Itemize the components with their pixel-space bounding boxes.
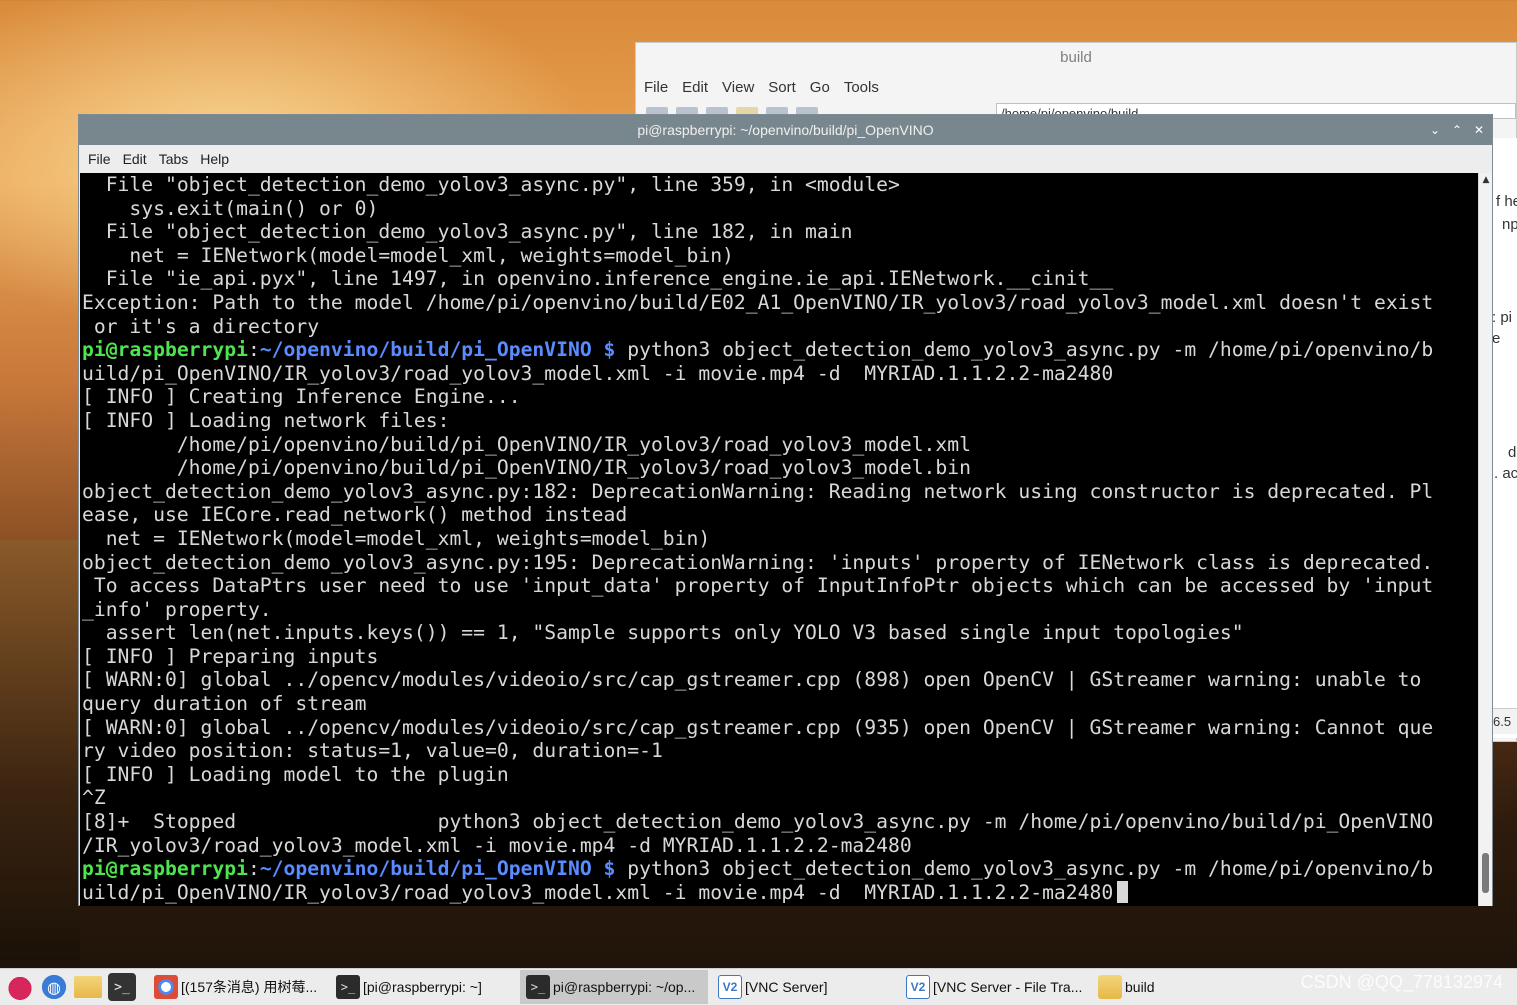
- task-label: pi@raspberrypi: ~/op...: [553, 979, 696, 995]
- folder-icon: [1098, 975, 1122, 999]
- text-cursor: [1117, 880, 1129, 903]
- terminal-line: _info' property.: [82, 597, 272, 621]
- terminal-line: File "ie_api.pyx", line 1497, in openvin…: [82, 267, 1114, 291]
- command-text: python3 object_detection_demo_yolov3_asy…: [615, 338, 1434, 362]
- task-build-folder[interactable]: build: [1092, 970, 1212, 1004]
- fm-menu-file[interactable]: File: [644, 79, 668, 96]
- prompt-path: ~/openvino/build/pi_OpenVINO $: [259, 857, 616, 881]
- terminal-line: /home/pi/openvino/build/pi_OpenVINO/IR_y…: [82, 456, 971, 480]
- content-fragment: : pi: [1492, 309, 1513, 326]
- file-manager-content: f he np : pi e d . ac: [1491, 138, 1517, 738]
- terminal-line: object_detection_demo_yolov3_async.py:19…: [82, 550, 1434, 574]
- terminal-line: uild/pi_OpenVINO/IR_yolov3/road_yolov3_m…: [82, 361, 1114, 385]
- terminal-line: Exception: Path to the model /home/pi/op…: [82, 290, 1434, 314]
- terminal-line: /IR_yolov3/road_yolov3_model.xml -i movi…: [82, 833, 912, 857]
- terminal-line: assert len(net.inputs.keys()) == 1, "Sam…: [82, 621, 1244, 645]
- terminal-line: /home/pi/openvino/build/pi_OpenVINO/IR_y…: [82, 432, 971, 456]
- command-text: python3 object_detection_demo_yolov3_asy…: [615, 857, 1434, 881]
- terminal-icon: >_: [526, 975, 550, 999]
- task-label: [pi@raspberrypi: ~]: [363, 979, 482, 995]
- task-browser[interactable]: [(157条消息) 用树莓...: [148, 970, 326, 1004]
- content-fragment: . ac: [1494, 465, 1517, 482]
- terminal-line: File "object_detection_demo_yolov3_async…: [82, 173, 900, 196]
- terminal-line: [ WARN:0] global ../opencv/modules/video…: [82, 715, 1434, 739]
- terminal-line: ry video position: status=1, value=0, du…: [82, 739, 663, 763]
- terminal-title: pi@raspberrypi: ~/openvino/build/pi_Open…: [637, 122, 934, 138]
- menu-file[interactable]: File: [88, 151, 111, 167]
- task-label: build: [1125, 979, 1155, 995]
- fm-menu-edit[interactable]: Edit: [682, 79, 708, 96]
- terminal-scrollbar[interactable]: ▲: [1478, 173, 1492, 906]
- terminal-line: object_detection_demo_yolov3_async.py:18…: [82, 479, 1434, 503]
- task-terminal-openvino[interactable]: >_ pi@raspberrypi: ~/op...: [520, 970, 708, 1004]
- chrome-icon: [154, 975, 178, 999]
- file-manager-icon[interactable]: [74, 973, 102, 1001]
- content-fragment: np: [1502, 216, 1517, 233]
- vnc-icon: V2: [906, 975, 930, 999]
- terminal-line: [ INFO ] Loading model to the plugin: [82, 762, 509, 786]
- wallpaper-horizon: [0, 540, 80, 960]
- task-label: [(157条消息) 用树莓...: [181, 979, 318, 995]
- terminal-icon[interactable]: >_: [108, 973, 136, 1001]
- task-label: [VNC Server - File Tra...: [933, 979, 1083, 995]
- scroll-thumb[interactable]: [1482, 853, 1489, 893]
- close-icon[interactable]: ✕: [1472, 123, 1486, 137]
- terminal-output[interactable]: File "object_detection_demo_yolov3_async…: [80, 173, 1478, 906]
- menu-tabs[interactable]: Tabs: [159, 151, 189, 167]
- fm-menu-go[interactable]: Go: [810, 79, 830, 96]
- fm-menu-view[interactable]: View: [722, 79, 754, 96]
- taskbar: ◍ >_ [(157条消息) 用树莓... >_ [pi@raspberrypi…: [0, 968, 1517, 1005]
- terminal-icon: >_: [336, 975, 360, 999]
- vnc-icon: V2: [718, 975, 742, 999]
- terminal-line: To access DataPtrs user need to use 'inp…: [82, 574, 1434, 598]
- terminal-line: [ INFO ] Creating Inference Engine...: [82, 385, 521, 409]
- minimize-icon[interactable]: ⌄: [1428, 123, 1442, 137]
- menu-edit[interactable]: Edit: [123, 151, 147, 167]
- terminal-line: net = IENetwork(model=model_xml, weights…: [82, 526, 711, 550]
- fm-menu-sort[interactable]: Sort: [768, 79, 796, 96]
- terminal-line: [ INFO ] Loading network files:: [82, 408, 450, 432]
- terminal-line: uild/pi_OpenVINO/IR_yolov3/road_yolov3_m…: [82, 880, 1478, 905]
- terminal-line: pi@raspberrypi:~/openvino/build/pi_OpenV…: [82, 857, 1478, 881]
- watermark: CSDN @QQ_778132974: [1300, 972, 1503, 992]
- prompt-separator: :: [247, 857, 260, 881]
- terminal-line: query duration of stream: [82, 692, 367, 716]
- terminal-line: or it's a directory: [82, 314, 320, 338]
- terminal-line: pi@raspberrypi:~/openvino/build/pi_OpenV…: [82, 338, 1478, 362]
- terminal-lines: File "object_detection_demo_yolov3_async…: [82, 173, 1478, 904]
- raspberry-menu-icon[interactable]: [6, 973, 34, 1001]
- fm-menu-tools[interactable]: Tools: [844, 79, 879, 96]
- file-manager-title: build: [1060, 49, 1092, 66]
- terminal-line: ease, use IECore.read_network() method i…: [82, 503, 628, 527]
- task-vnc-server[interactable]: V2 [VNC Server]: [712, 970, 896, 1004]
- terminal-line: ^Z: [82, 786, 106, 810]
- content-fragment: f he: [1496, 193, 1517, 210]
- prompt-separator: :: [247, 338, 260, 362]
- terminal-titlebar[interactable]: pi@raspberrypi: ~/openvino/build/pi_Open…: [79, 115, 1492, 145]
- prompt-path: ~/openvino/build/pi_OpenVINO $: [259, 338, 616, 362]
- terminal-menubar: File Edit Tabs Help: [79, 145, 1492, 172]
- terminal-line: [ WARN:0] global ../opencv/modules/video…: [82, 668, 1422, 692]
- terminal-line: [ INFO ] Preparing inputs: [82, 644, 379, 668]
- task-vnc-file-transfer[interactable]: V2 [VNC Server - File Tra...: [900, 970, 1088, 1004]
- task-label: [VNC Server]: [745, 979, 828, 995]
- file-manager-menubar: File Edit View Sort Go Tools: [636, 73, 1516, 101]
- task-terminal-home[interactable]: >_ [pi@raspberrypi: ~]: [330, 970, 516, 1004]
- scroll-up-arrow-icon[interactable]: ▲: [1479, 173, 1493, 187]
- browser-icon[interactable]: ◍: [40, 973, 68, 1001]
- file-manager-statusbar: 6.5: [1491, 708, 1517, 734]
- maximize-icon[interactable]: ⌃: [1450, 123, 1464, 137]
- prompt-user: pi@raspberrypi: [82, 338, 248, 362]
- prompt-user: pi@raspberrypi: [82, 857, 248, 881]
- content-fragment: e: [1492, 330, 1501, 347]
- terminal-line: sys.exit(main() or 0): [82, 196, 379, 220]
- terminal-line: net = IENetwork(model=model_xml, weights…: [82, 243, 734, 267]
- content-fragment: d: [1508, 444, 1517, 461]
- terminal-window[interactable]: pi@raspberrypi: ~/openvino/build/pi_Open…: [78, 114, 1493, 906]
- menu-help[interactable]: Help: [200, 151, 229, 167]
- terminal-line: [8]+ Stopped python3 object_detection_de…: [82, 810, 1434, 834]
- terminal-line: File "object_detection_demo_yolov3_async…: [82, 220, 853, 244]
